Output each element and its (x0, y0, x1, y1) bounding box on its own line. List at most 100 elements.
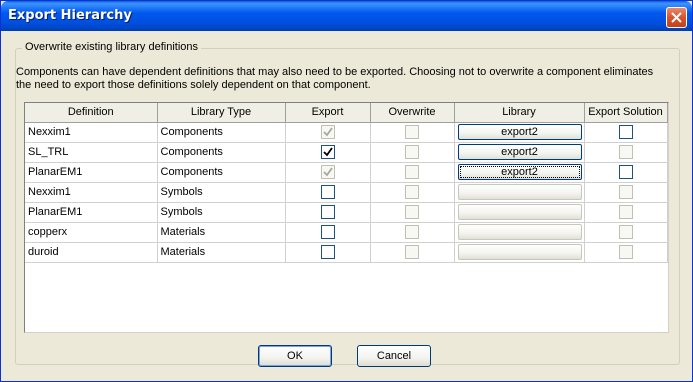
title-bar[interactable]: Export Hierarchy (1, 1, 692, 31)
cell-library (454, 182, 585, 203)
column-header-overwrite[interactable]: Overwrite (370, 103, 455, 123)
cell-definition: Nexxim1 (25, 182, 158, 203)
export-solution-checkbox (618, 185, 633, 199)
export-checkbox[interactable] (320, 185, 335, 199)
export-checkbox (320, 165, 335, 179)
hierarchy-grid: Definition Library Type Export Overwrite… (24, 102, 669, 333)
table-row: PlanarEM1 Components export2 (25, 162, 668, 183)
cell-export (285, 202, 371, 223)
cell-export-solution (584, 142, 668, 163)
export-checkbox[interactable] (320, 225, 335, 239)
library-button[interactable]: export2 (457, 164, 582, 180)
cell-library: export2 (454, 162, 585, 183)
cell-overwrite (370, 242, 455, 263)
library-button (457, 244, 582, 260)
cell-export-solution (584, 182, 668, 203)
library-button (457, 204, 582, 220)
column-header-export-solution[interactable]: Export Solution (584, 103, 668, 123)
overwrite-checkbox (405, 125, 419, 139)
library-button[interactable]: export2 (457, 144, 582, 160)
export-solution-checkbox (618, 225, 633, 239)
groupbox-label: Overwrite existing library definitions (22, 41, 202, 53)
table-header-row: Definition Library Type Export Overwrite… (25, 103, 668, 123)
cell-export-solution (584, 162, 668, 183)
cell-definition: duroid (25, 242, 158, 263)
cell-library (454, 202, 585, 223)
hierarchy-table: Definition Library Type Export Overwrite… (25, 103, 668, 263)
cell-library-type: Components (157, 142, 286, 163)
cell-export-solution (584, 202, 668, 223)
export-solution-checkbox (618, 145, 633, 159)
export-solution-checkbox[interactable] (618, 165, 633, 179)
cell-overwrite (370, 182, 455, 203)
cell-library (454, 222, 585, 243)
cell-library-type: Materials (157, 222, 286, 243)
cell-library-type: Components (157, 122, 286, 143)
export-hierarchy-dialog: Export Hierarchy Overwrite existing libr… (0, 0, 693, 382)
export-checkbox[interactable] (320, 205, 335, 219)
description-text: Components can have dependent definition… (16, 66, 666, 92)
cell-library-type: Components (157, 162, 286, 183)
checkmark-icon (322, 147, 333, 157)
overwrite-checkbox (405, 145, 419, 159)
cell-export (285, 162, 371, 183)
table-row: SL_TRL Components export2 (25, 142, 668, 163)
cell-export (285, 182, 371, 203)
description-line-2: the need to export those definitions sol… (16, 79, 371, 91)
window-title: Export Hierarchy (8, 8, 132, 23)
cell-overwrite (370, 142, 455, 163)
library-button (457, 184, 582, 200)
cell-definition: PlanarEM1 (25, 162, 158, 183)
cell-definition: PlanarEM1 (25, 202, 158, 223)
close-icon (671, 12, 682, 23)
cell-overwrite (370, 222, 455, 243)
cell-export (285, 122, 371, 143)
overwrite-checkbox (405, 185, 419, 199)
cell-library: export2 (454, 122, 585, 143)
ok-button[interactable]: OK (258, 345, 332, 367)
cell-library: export2 (454, 142, 585, 163)
export-checkbox[interactable] (320, 245, 335, 259)
cell-definition: copperx (25, 222, 158, 243)
table-row: PlanarEM1 Symbols (25, 202, 668, 223)
overwrite-checkbox (405, 225, 419, 239)
table-row: Nexxim1 Components export2 (25, 122, 668, 143)
column-header-library[interactable]: Library (454, 103, 585, 123)
cell-export-solution (584, 242, 668, 263)
table-row: Nexxim1 Symbols (25, 182, 668, 203)
cell-definition: Nexxim1 (25, 122, 158, 143)
table-body: Nexxim1 Components export2 SL_TRL Components… (25, 122, 668, 263)
cell-overwrite (370, 122, 455, 143)
cell-export-solution (584, 122, 668, 143)
overwrite-checkbox (405, 165, 419, 179)
overwrite-checkbox (405, 245, 419, 259)
cell-export (285, 242, 371, 263)
cell-library-type: Symbols (157, 182, 286, 203)
export-solution-checkbox (618, 205, 633, 219)
export-checkbox (320, 125, 335, 139)
table-row: duroid Materials (25, 242, 668, 263)
cancel-button[interactable]: Cancel (357, 345, 431, 367)
cell-overwrite (370, 162, 455, 183)
cell-export (285, 222, 371, 243)
overwrite-checkbox (405, 205, 419, 219)
export-solution-checkbox (618, 245, 633, 259)
checkmark-icon (322, 167, 333, 177)
library-button (457, 224, 582, 240)
library-button[interactable]: export2 (457, 124, 582, 140)
export-checkbox[interactable] (320, 145, 335, 159)
checkmark-icon (322, 127, 333, 137)
description-line-1: Components can have dependent definition… (16, 66, 654, 78)
export-solution-checkbox[interactable] (618, 125, 633, 139)
cell-export-solution (584, 222, 668, 243)
cell-library-type: Materials (157, 242, 286, 263)
column-header-export[interactable]: Export (285, 103, 371, 123)
column-header-definition[interactable]: Definition (25, 103, 158, 123)
cell-library-type: Symbols (157, 202, 286, 223)
cell-definition: SL_TRL (25, 142, 158, 163)
table-row: copperx Materials (25, 222, 668, 243)
close-button[interactable] (666, 7, 687, 28)
cell-library (454, 242, 585, 263)
column-header-library-type[interactable]: Library Type (157, 103, 286, 123)
cell-overwrite (370, 202, 455, 223)
